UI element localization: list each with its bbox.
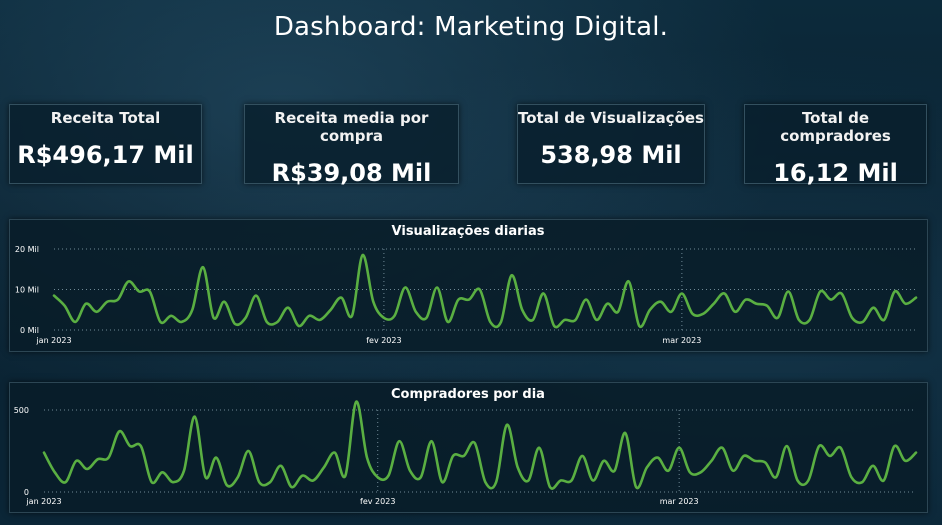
y-tick-label: 0 [24, 488, 29, 497]
y-tick-label: 0 Mil [20, 326, 39, 335]
x-tick-label: jan 2023 [25, 497, 61, 506]
chart-compradores-por-dia: Compradores por dia 500 0 jan 2023 fev 2023 m… [9, 382, 928, 513]
y-tick-label: 20 Mil [15, 245, 39, 254]
page-title: Dashboard: Marketing Digital. [273, 12, 669, 42]
kpi-label: Total de Visualizações [518, 109, 704, 127]
chart-visualizacoes-diarias: Visualizações diarias 20 Mil 10 Mil 0 Mil ja… [9, 219, 928, 352]
series-line [52, 253, 918, 329]
series-line [42, 400, 918, 490]
kpi-receita-total: Receita Total R$496,17 Mil [9, 104, 202, 184]
visualizacoes-line-chart: Visualizações diarias 20 Mil 10 Mil 0 Milja… [15, 224, 918, 345]
kpi-value: R$39,08 Mil [271, 159, 432, 187]
kpi-value: 538,98 Mil [540, 141, 682, 169]
x-tick-label: fev 2023 [366, 336, 401, 345]
kpi-label: Total de compradores [780, 109, 891, 145]
compradores-line-chart: Compradores por dia 500 0jan 2023 fev 2023 m… [14, 387, 918, 506]
x-tick-label: jan 2023 [35, 336, 71, 345]
kpi-label: Receita media por compra [274, 109, 429, 145]
kpi-total-compradores: Total de compradores 16,12 Mil [744, 104, 927, 187]
chart-title: Visualizações diarias [392, 224, 545, 239]
kpi-value: R$496,17 Mil [17, 141, 194, 169]
chart-title: Compradores por dia [391, 387, 545, 402]
kpi-receita-media: Receita media por compra R$39,08 Mil [244, 104, 459, 187]
y-tick-label: 10 Mil [15, 286, 39, 295]
kpi-total-visualizacoes: Total de Visualizações 538,98 Mil [517, 104, 705, 184]
x-tick-label: mar 2023 [660, 497, 699, 506]
kpi-label: Receita Total [50, 109, 161, 127]
y-tick-label: 500 [14, 406, 29, 415]
kpi-value: 16,12 Mil [773, 159, 898, 187]
x-tick-label: fev 2023 [360, 497, 395, 506]
x-tick-label: mar 2023 [662, 336, 701, 345]
